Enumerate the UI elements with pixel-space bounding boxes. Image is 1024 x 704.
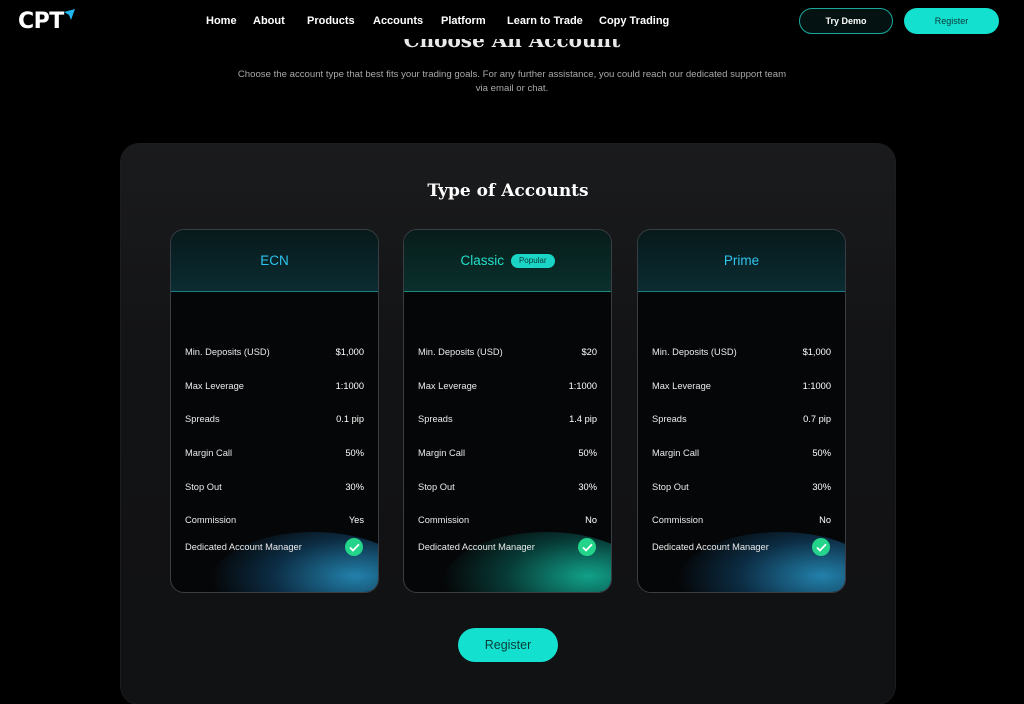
- detail-label: Dedicated Account Manager: [418, 542, 535, 553]
- detail-row: Spreads 0.7 pip: [652, 402, 831, 436]
- detail-row: Margin Call 50%: [418, 436, 597, 470]
- detail-value: 0.1 pip: [336, 414, 364, 425]
- detail-row: Min. Deposits (USD) $1,000: [185, 335, 364, 369]
- detail-value: $1,000: [802, 346, 831, 357]
- detail-label: Spreads: [185, 414, 220, 425]
- nav-home[interactable]: Home: [206, 11, 237, 31]
- top-nav: CPT Home About Products Accounts Platfor…: [0, 0, 1024, 42]
- detail-row: Max Leverage 1:1000: [652, 369, 831, 403]
- detail-label: Commission: [652, 515, 704, 526]
- detail-label: Min. Deposits (USD): [418, 346, 503, 357]
- detail-row: Stop Out 30%: [652, 470, 831, 504]
- detail-value: 1:1000: [335, 380, 364, 391]
- account-details: Min. Deposits (USD) $1,000 Max Leverage 1:…: [652, 335, 831, 571]
- card-header: Classic Popular: [404, 230, 611, 292]
- check-icon: [578, 538, 596, 557]
- detail-label: Dedicated Account Manager: [185, 542, 302, 553]
- account-name: Prime: [723, 253, 760, 268]
- page-description: Choose the account type that best fits y…: [237, 69, 787, 94]
- arrow-mark-icon: [63, 9, 75, 20]
- check-icon: [812, 538, 830, 557]
- detail-row: Min. Deposits (USD) $20: [418, 335, 597, 369]
- detail-label: Min. Deposits (USD): [185, 346, 270, 357]
- detail-row: Commission No: [418, 503, 597, 537]
- brand-logo[interactable]: CPT: [18, 7, 76, 37]
- brand-name: CPT: [18, 9, 64, 34]
- account-types-panel: Type of Accounts ECN Min. Deposits (USD)…: [121, 144, 895, 704]
- detail-label: Spreads: [418, 414, 453, 425]
- detail-value: 30%: [578, 481, 597, 492]
- detail-label: Stop Out: [652, 481, 689, 492]
- detail-label: Max Leverage: [418, 380, 477, 391]
- detail-label: Stop Out: [185, 481, 222, 492]
- detail-row: Dedicated Account Manager: [185, 537, 364, 571]
- account-name: Classic: [460, 253, 504, 268]
- detail-row: Max Leverage 1:1000: [418, 369, 597, 403]
- detail-value: Yes: [348, 515, 364, 526]
- detail-value: 50%: [578, 447, 597, 458]
- nav-learn-to-trade[interactable]: Learn to Trade: [507, 11, 583, 31]
- detail-label: Spreads: [652, 414, 687, 425]
- detail-value: $20: [581, 346, 597, 357]
- detail-value: 30%: [812, 481, 831, 492]
- detail-row: Min. Deposits (USD) $1,000: [652, 335, 831, 369]
- account-details: Min. Deposits (USD) $20 Max Leverage 1:100…: [418, 335, 597, 571]
- account-card-prime[interactable]: Prime Min. Deposits (USD) $1,000 Max Leve…: [637, 229, 846, 593]
- detail-value: 1.4 pip: [569, 414, 597, 425]
- detail-value: 1:1000: [802, 380, 831, 391]
- account-card-ecn[interactable]: ECN Min. Deposits (USD) $1,000 Max Levera…: [170, 229, 379, 593]
- detail-label: Margin Call: [652, 447, 700, 458]
- detail-value: No: [585, 515, 597, 526]
- detail-value: 50%: [812, 447, 831, 458]
- register-button-top[interactable]: Register: [904, 8, 999, 34]
- detail-row: Margin Call 50%: [185, 436, 364, 470]
- detail-row: Spreads 1.4 pip: [418, 402, 597, 436]
- detail-value: No: [819, 515, 831, 526]
- detail-label: Margin Call: [418, 447, 466, 458]
- register-button[interactable]: Register: [458, 628, 558, 662]
- account-name: ECN: [260, 253, 289, 268]
- nav-products[interactable]: Products: [307, 11, 355, 31]
- panel-title: Type of Accounts: [427, 181, 589, 201]
- detail-label: Commission: [418, 515, 470, 526]
- card-header: Prime: [638, 230, 845, 292]
- detail-label: Min. Deposits (USD): [652, 346, 737, 357]
- nav-about[interactable]: About: [253, 11, 285, 31]
- detail-row: Stop Out 30%: [185, 470, 364, 504]
- detail-value: 0.7 pip: [803, 414, 831, 425]
- nav-copy-trading[interactable]: Copy Trading: [599, 11, 669, 31]
- detail-row: Dedicated Account Manager: [418, 537, 597, 571]
- detail-value: 30%: [345, 481, 364, 492]
- account-details: Min. Deposits (USD) $1,000 Max Leverage 1:…: [185, 335, 364, 571]
- try-demo-button[interactable]: Try Demo: [799, 8, 893, 34]
- detail-label: Max Leverage: [652, 380, 711, 391]
- detail-label: Margin Call: [185, 447, 233, 458]
- detail-value: $1,000: [335, 346, 364, 357]
- detail-row: Margin Call 50%: [652, 436, 831, 470]
- popular-badge: Popular: [510, 253, 555, 268]
- detail-row: Spreads 0.1 pip: [185, 402, 364, 436]
- detail-row: Dedicated Account Manager: [652, 537, 831, 571]
- detail-row: Commission No: [652, 503, 831, 537]
- detail-label: Max Leverage: [185, 380, 244, 391]
- check-icon: [345, 538, 363, 557]
- detail-row: Max Leverage 1:1000: [185, 369, 364, 403]
- detail-label: Dedicated Account Manager: [652, 542, 769, 553]
- detail-row: Commission Yes: [185, 503, 364, 537]
- detail-value: 1:1000: [568, 380, 597, 391]
- nav-platform[interactable]: Platform: [441, 11, 486, 31]
- detail-value: 50%: [345, 447, 364, 458]
- detail-label: Stop Out: [418, 481, 455, 492]
- nav-accounts[interactable]: Accounts: [373, 11, 423, 31]
- card-header: ECN: [171, 230, 378, 292]
- account-card-classic[interactable]: Classic Popular Min. Deposits (USD) $20 M…: [403, 229, 612, 593]
- detail-row: Stop Out 30%: [418, 470, 597, 504]
- detail-label: Commission: [185, 515, 237, 526]
